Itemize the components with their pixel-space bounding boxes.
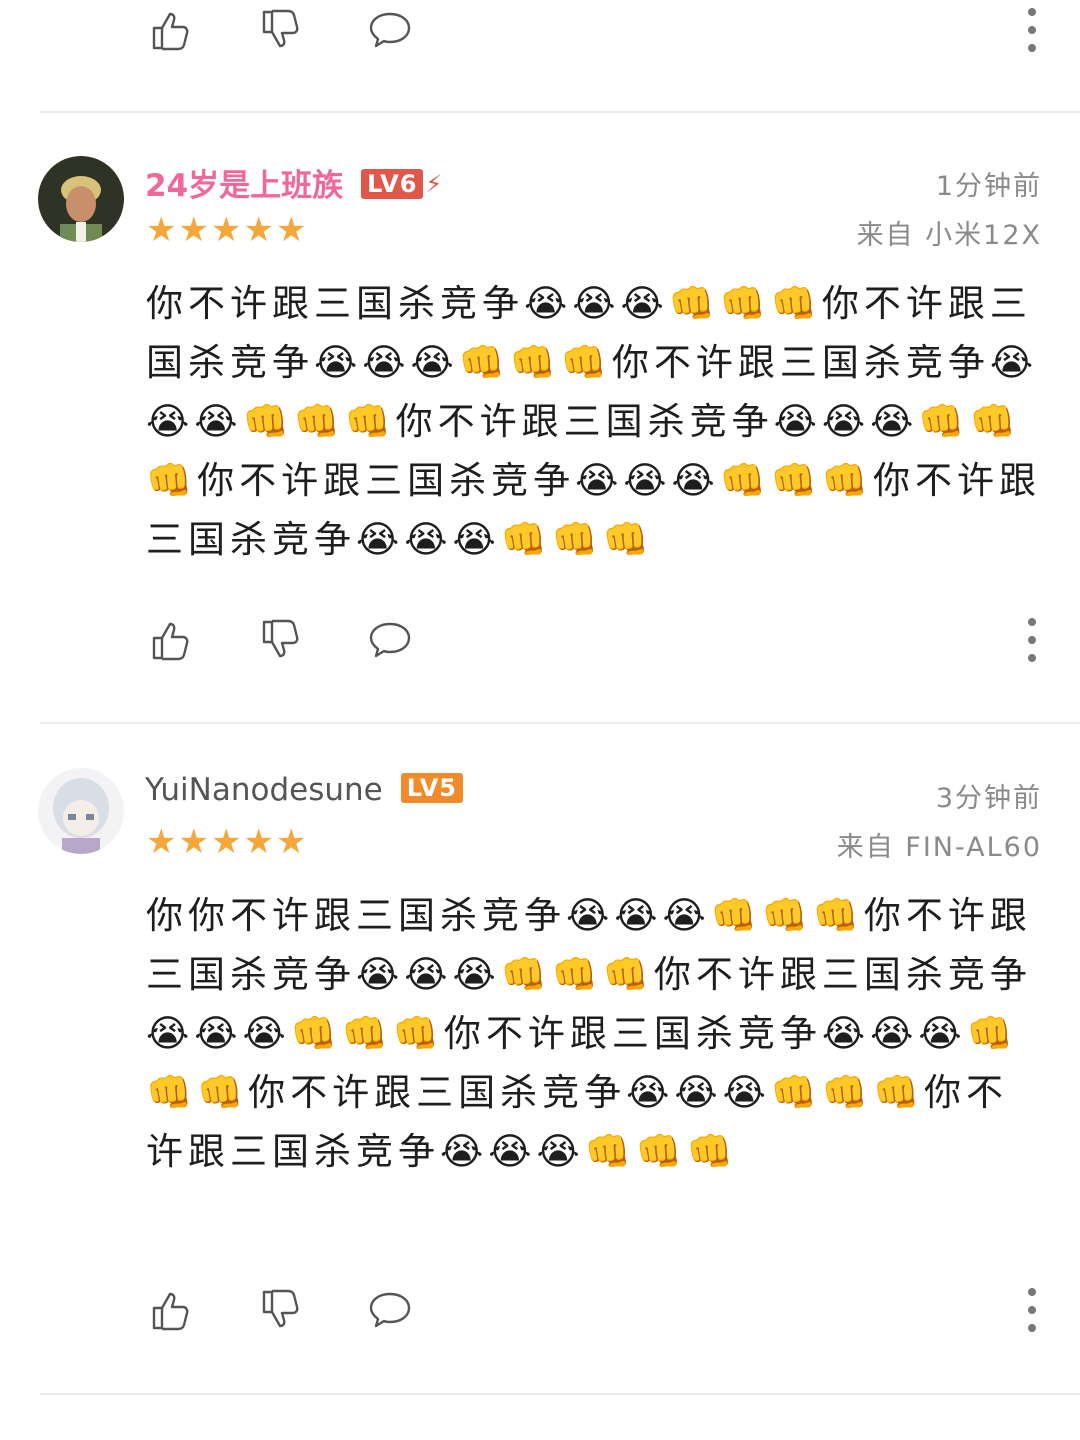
divider — [40, 722, 1080, 724]
device-label: 来自 小米12X — [856, 220, 1042, 251]
device-label: 来自 FIN-AL60 — [836, 832, 1042, 863]
username-text[interactable]: YuiNanodesune — [145, 772, 383, 808]
divider — [40, 1393, 1080, 1395]
divider — [40, 111, 1080, 113]
thumbs-down-icon[interactable] — [256, 1286, 304, 1334]
username[interactable]: YuiNanodesune LV5 — [145, 772, 463, 808]
star-icon: ★ — [210, 822, 242, 862]
thumbs-up-icon[interactable] — [146, 6, 194, 54]
avatar[interactable] — [38, 156, 124, 242]
more-vertical-icon[interactable] — [1012, 616, 1052, 664]
star-icon: ★ — [178, 210, 209, 250]
star-icon: ★ — [146, 822, 177, 862]
star-icon: ★ — [275, 210, 307, 250]
comment-bubble-icon[interactable] — [366, 1286, 414, 1334]
username-text[interactable]: 24岁是上班族 — [145, 168, 343, 204]
prev-comment-actions — [0, 6, 1080, 66]
lightning-icon: ⚡ — [425, 170, 443, 198]
thumbs-down-icon[interactable] — [256, 616, 304, 664]
star-icon: ★ — [178, 822, 209, 862]
star-icon: ★ — [243, 210, 274, 250]
more-vertical-icon[interactable] — [1012, 6, 1052, 54]
star-icon: ★ — [275, 822, 307, 862]
comment-actions — [0, 616, 1080, 676]
timestamp: 3分钟前 — [935, 783, 1042, 814]
star-icon: ★ — [210, 210, 242, 250]
comment-text: 你你不许跟三国杀竞争😭😭😭👊👊👊你不许跟三国杀竞争😭😭😭👊👊👊你不许跟三国杀竞争… — [146, 894, 1032, 1173]
comment-bubble-icon[interactable] — [366, 6, 414, 54]
comment-bubble-icon[interactable] — [366, 616, 414, 664]
thumbs-up-icon[interactable] — [146, 616, 194, 664]
star-icon: ★ — [243, 822, 274, 862]
avatar[interactable] — [38, 768, 124, 854]
timestamp: 1分钟前 — [935, 171, 1042, 202]
more-vertical-icon[interactable] — [1012, 1286, 1052, 1334]
username[interactable]: 24岁是上班族 LV6 ⚡ — [145, 160, 442, 205]
comment-actions — [0, 1286, 1080, 1346]
rating-stars: ★★★★★ — [146, 210, 308, 250]
rating-stars: ★★★★★ — [146, 822, 308, 862]
level-badge: LV6 — [361, 169, 424, 199]
star-icon: ★ — [146, 210, 177, 250]
thumbs-down-icon[interactable] — [256, 6, 304, 54]
comment-text: 你不许跟三国杀竞争😭😭😭👊👊👊你不许跟三国杀竞争😭😭😭👊👊👊你不许跟三国杀竞争😭… — [146, 282, 1041, 561]
level-badge: LV5 — [400, 773, 463, 803]
thumbs-up-icon[interactable] — [146, 1286, 194, 1334]
